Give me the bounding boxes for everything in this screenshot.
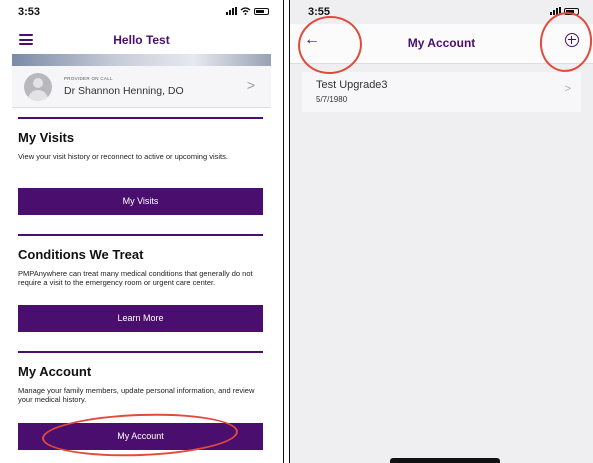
provider-label: PROVIDER ON CALL — [64, 76, 113, 81]
my-visits-section: My Visits View your visit history or rec… — [18, 117, 263, 217]
learn-more-button[interactable]: Learn More — [18, 305, 263, 332]
section-description: PMPAnywhere can treat many medical condi… — [18, 269, 253, 287]
my-account-button[interactable]: My Account — [18, 423, 263, 450]
section-divider — [18, 117, 263, 119]
signal-icon — [226, 7, 237, 15]
section-description: Manage your family members, update perso… — [18, 386, 255, 404]
status-time: 3:53 — [18, 6, 41, 18]
section-title: My Account — [18, 364, 92, 379]
conditions-section: Conditions We Treat PMPAnywhere can trea… — [18, 234, 263, 334]
nav-bar: Hello Test — [0, 26, 283, 54]
chevron-right-icon: > — [246, 77, 255, 93]
home-indicator — [390, 458, 500, 463]
chevron-right-icon: > — [564, 83, 571, 95]
avatar-icon — [24, 73, 52, 101]
section-title: My Visits — [18, 130, 75, 145]
wifi-icon — [240, 7, 251, 15]
status-icons — [226, 7, 269, 15]
right-screen: 3:55 ← My Account Test Upgrade3 5/7/1980… — [289, 0, 593, 463]
status-bar: 3:53 — [0, 0, 283, 24]
account-name: Test Upgrade3 — [316, 79, 388, 91]
page-title: Hello Test — [113, 33, 170, 47]
account-dob: 5/7/1980 — [316, 95, 348, 104]
status-time: 3:55 — [308, 6, 331, 18]
status-bar: 3:55 — [290, 0, 593, 24]
my-visits-button[interactable]: My Visits — [18, 188, 263, 215]
my-account-section: My Account Manage your family members, u… — [18, 351, 263, 463]
provider-name: Dr Shannon Henning, DO — [64, 85, 184, 97]
add-circle-icon[interactable] — [565, 33, 579, 47]
section-divider — [18, 351, 263, 353]
battery-icon — [254, 7, 269, 15]
hero-image — [12, 54, 271, 66]
status-icons — [550, 7, 579, 15]
section-description: View your visit history or reconnect to … — [18, 152, 228, 161]
page-title: My Account — [407, 36, 476, 50]
list-item[interactable]: Test Upgrade3 5/7/1980 > — [302, 72, 581, 112]
left-screen: 3:53 Hello Test PROVIDER ON CALL Dr Shan… — [0, 0, 284, 463]
nav-bar: ← My Account — [290, 24, 593, 64]
provider-on-call-card[interactable]: PROVIDER ON CALL Dr Shannon Henning, DO … — [12, 66, 271, 108]
signal-icon — [550, 7, 561, 15]
section-divider — [18, 234, 263, 236]
battery-icon — [564, 7, 579, 15]
section-title: Conditions We Treat — [18, 247, 144, 262]
